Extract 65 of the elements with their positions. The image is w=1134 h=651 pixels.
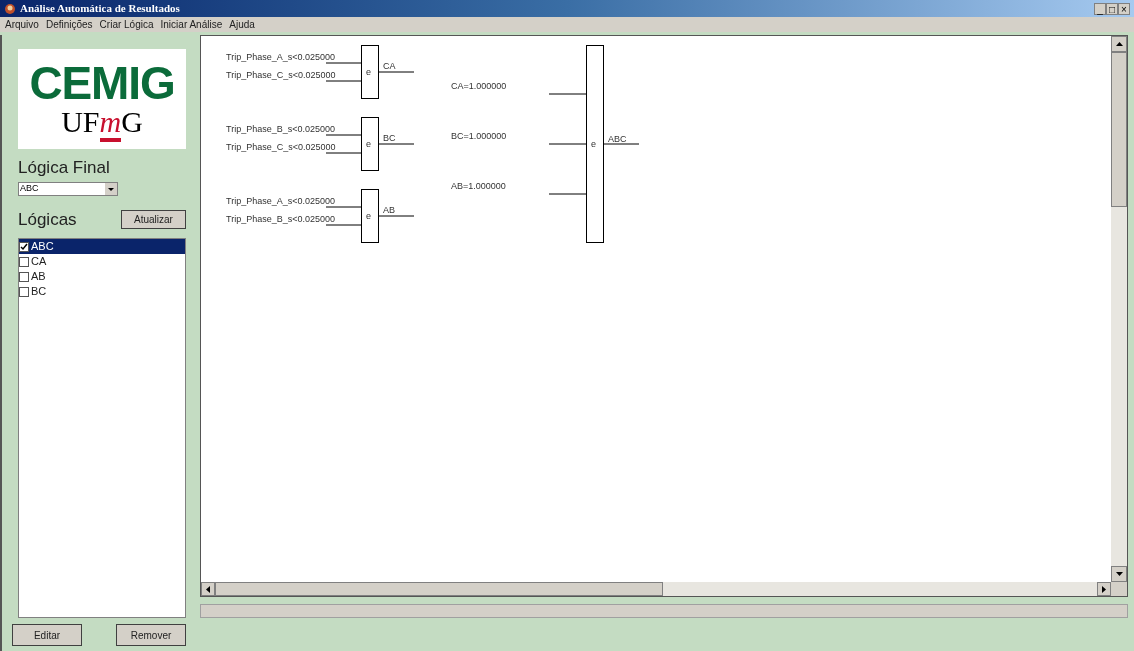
connector-line xyxy=(325,134,362,136)
output-label: AB xyxy=(383,205,395,215)
input-label: Trip_Phase_C_s<0.025000 xyxy=(226,70,336,80)
menu-item[interactable]: Iniciar Análise xyxy=(160,17,223,32)
up-arrow-icon xyxy=(1115,42,1123,46)
gate-box xyxy=(361,117,379,171)
gate-box xyxy=(361,45,379,99)
section-label: Lógica Final xyxy=(18,157,111,179)
menu-item[interactable]: Ajuda xyxy=(229,17,255,32)
connector-line xyxy=(548,143,587,145)
logo: CEMIG UFmG xyxy=(18,49,186,149)
gate-label: e xyxy=(591,139,596,149)
action-button[interactable]: Editar xyxy=(12,624,82,646)
gate-label: e xyxy=(366,211,371,221)
logic-list-item[interactable]: CA xyxy=(19,254,185,269)
down-arrow-icon xyxy=(1115,572,1123,576)
app-icon xyxy=(4,2,16,15)
input-label: Trip_Phase_B_s<0.025000 xyxy=(226,214,335,224)
connector-line xyxy=(603,143,640,145)
input-label: Trip_Phase_B_s<0.025000 xyxy=(226,124,335,134)
window-control-button[interactable]: _ xyxy=(1094,2,1106,15)
output-label: ABC xyxy=(608,134,627,144)
horizontal-scrollbar[interactable] xyxy=(201,582,1111,596)
connector-line xyxy=(325,224,362,226)
action-button[interactable]: Remover xyxy=(116,624,186,646)
connector-line xyxy=(325,152,362,154)
section-label: Lógicas xyxy=(18,208,77,231)
connector-line xyxy=(325,206,362,208)
vertical-scrollbar[interactable] xyxy=(1111,36,1127,582)
input-label: Trip_Phase_A_s<0.025000 xyxy=(226,196,335,206)
logic-list-item[interactable]: AB xyxy=(19,269,185,284)
logic-list-item[interactable]: BC xyxy=(19,284,185,299)
gate-box xyxy=(361,189,379,243)
output-label: CA xyxy=(383,61,396,71)
right-arrow-icon xyxy=(1102,585,1106,593)
left-arrow-icon xyxy=(206,585,210,593)
input-label: CA=1.000000 xyxy=(451,81,507,91)
connector-line xyxy=(378,143,415,145)
gate-label: e xyxy=(366,139,371,149)
connector-line xyxy=(378,71,415,73)
checkbox[interactable] xyxy=(19,286,29,297)
output-label: BC xyxy=(383,133,396,143)
checkbox[interactable] xyxy=(19,241,29,252)
logic-list-item[interactable]: ABC xyxy=(19,239,185,254)
window-title: Análise Automática de Resultados xyxy=(20,1,180,17)
window-control-button[interactable]: □ xyxy=(1106,2,1118,15)
connector-line xyxy=(548,93,587,95)
connector-line xyxy=(325,62,362,64)
menu-item[interactable]: Definições xyxy=(45,17,93,32)
input-label: BC=1.000000 xyxy=(451,131,507,141)
connector-line xyxy=(325,80,362,82)
menu-item[interactable]: Arquivo xyxy=(5,17,39,32)
logic-dropdown[interactable]: ABC xyxy=(18,181,118,196)
checkbox[interactable] xyxy=(19,256,29,267)
connector-line xyxy=(548,193,587,195)
checkbox[interactable] xyxy=(19,271,29,282)
menu-item[interactable]: Criar Lógica xyxy=(99,17,154,32)
input-label: Trip_Phase_C_s<0.025000 xyxy=(226,142,336,152)
input-label: Trip_Phase_A_s<0.025000 xyxy=(226,52,335,62)
window-control-button[interactable]: × xyxy=(1118,2,1130,15)
input-label: AB=1.000000 xyxy=(451,181,506,191)
scrollbar-corner xyxy=(1111,582,1127,596)
connector-line xyxy=(378,215,415,217)
refresh-button[interactable]: Atualizar xyxy=(121,209,186,229)
gate-label: e xyxy=(366,67,371,77)
